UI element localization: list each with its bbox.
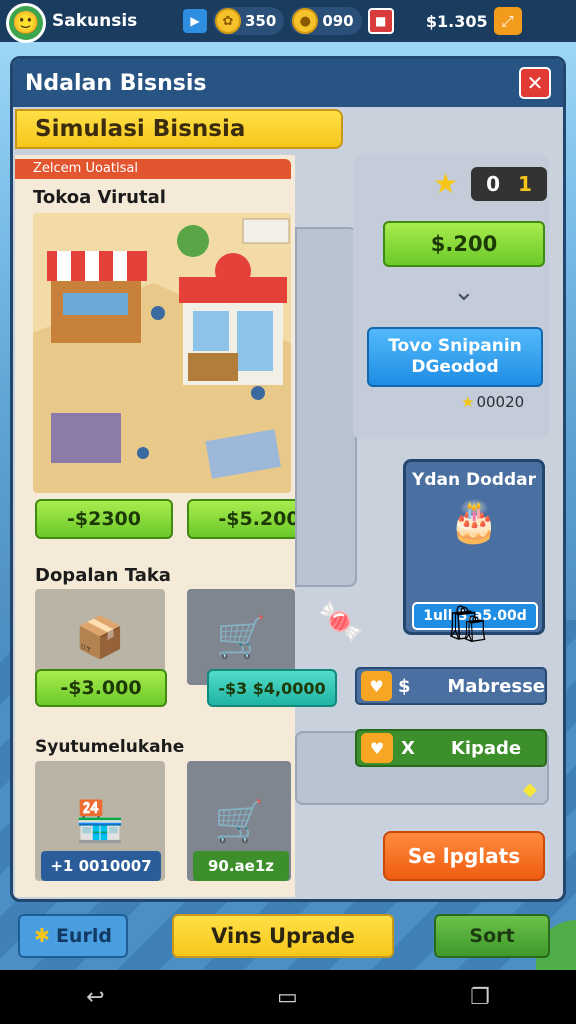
buy-shop-a-button[interactable]: -$2300 — [35, 499, 173, 539]
coins-counter: ● 090 — [290, 7, 362, 35]
mabresse-label: Mabresse — [447, 675, 545, 697]
player-name: Sakunsis — [52, 11, 138, 31]
business-panel: Ndalan Bisnsis ✕ Simulasi Bisnsia Zelcem… — [10, 56, 566, 902]
system-nav-bar: ↩ ▭ ❐ — [0, 970, 576, 1024]
reward-title: Ydan Doddar — [412, 470, 536, 490]
shop-items-title: Dopalan Taka — [35, 565, 171, 586]
play-icon[interactable]: ▶ — [183, 9, 207, 33]
trolley-value-tag: 90.ae1z — [193, 851, 289, 881]
level-counter: 0 1 — [471, 167, 547, 201]
cake-icon: 🎂 — [449, 499, 499, 545]
gem-icon: ✿ — [215, 8, 241, 34]
small-star-icon: ★ — [461, 393, 475, 411]
virtual-shop-title: Tokoa Virutal — [33, 187, 166, 208]
mabresse-row[interactable]: ♥ $ Mabresse — [355, 667, 547, 705]
counter-left: 0 — [486, 172, 500, 196]
shopping-bag-icon[interactable]: 🛍 — [445, 603, 491, 645]
panel-header: Ndalan Bisnsis ✕ — [13, 59, 563, 107]
star-reward: ★ 00020 — [461, 393, 524, 411]
home-icon[interactable]: ▭ — [277, 985, 298, 1010]
chevron-down-icon[interactable]: ⌄ — [453, 277, 475, 307]
star-reward-value: 00020 — [476, 393, 525, 411]
kiosk-value-tag: +1 0010007 — [41, 851, 161, 881]
shop-upgrade-button[interactable]: Tovo Snipanin DGeodod — [367, 327, 543, 387]
panel-title: Ndalan Bisnsis — [25, 70, 207, 96]
virtual-shop-scene — [33, 213, 291, 493]
gems-value: 350 — [245, 12, 277, 30]
close-icon[interactable]: ✕ — [519, 67, 551, 99]
start-button[interactable]: Sort — [434, 914, 550, 958]
heart-icon: ♥ — [361, 671, 392, 701]
upgrade-button[interactable]: Vins Uprade — [172, 914, 394, 958]
kipade-x-label: X — [401, 737, 415, 759]
bottom-action-bar: ✱ Eurld Vins Uprade Sort — [0, 910, 576, 970]
buy-cart-button[interactable]: -$3 $4,0000 — [207, 669, 337, 707]
money-value: $1.305 — [425, 11, 488, 31]
buy-boxes-button[interactable]: -$3.000 — [35, 669, 167, 707]
edit-button[interactable]: ✱ Eurld — [18, 914, 128, 958]
kipade-label: Kipade — [450, 737, 522, 759]
candy-icon[interactable]: 🍬 — [317, 599, 364, 644]
gems-counter: ✿ 350 — [213, 7, 285, 35]
player-avatar[interactable]: 🙂 — [6, 3, 46, 43]
back-icon[interactable]: ↩ — [86, 985, 104, 1010]
heart-icon: ♥ — [361, 733, 393, 763]
edit-label: Eurld — [55, 925, 112, 947]
simulation-banner: Simulasi Bisnsia — [15, 109, 343, 149]
sale-button[interactable]: Se lpglats — [383, 831, 545, 881]
star-icon: ★ — [433, 167, 459, 200]
gift-icon[interactable]: ■ — [367, 8, 394, 34]
upgrades-title: Syutumelukahe — [35, 737, 185, 757]
puzzle-icon: ✱ — [34, 925, 50, 947]
row-x-label: $ — [397, 675, 411, 697]
coins-value: 090 — [322, 12, 354, 30]
expand-icon[interactable]: ⤢ — [493, 7, 522, 35]
shop-illustration — [33, 218, 291, 493]
counter-right: 1 — [518, 172, 532, 196]
recents-icon[interactable]: ❐ — [470, 985, 490, 1010]
status-bar: 🙂 Sakunsis ▶ ✿ 350 ● 090 ■ $1.305 ⤢ — [0, 0, 576, 43]
kipade-row[interactable]: ♥ X Kipade — [355, 729, 547, 767]
subtab-header[interactable]: Zelcem Uoatlsal — [15, 159, 291, 179]
right-connector — [295, 227, 357, 587]
shop-upgrade-line2: DGeodod — [411, 357, 499, 377]
coin-icon: ● — [292, 8, 319, 34]
shop-upgrade-line1: Tovo Snipanin — [388, 336, 522, 356]
price-button[interactable]: $.200 — [383, 221, 545, 267]
diamond-icon: ◆ — [523, 779, 537, 800]
